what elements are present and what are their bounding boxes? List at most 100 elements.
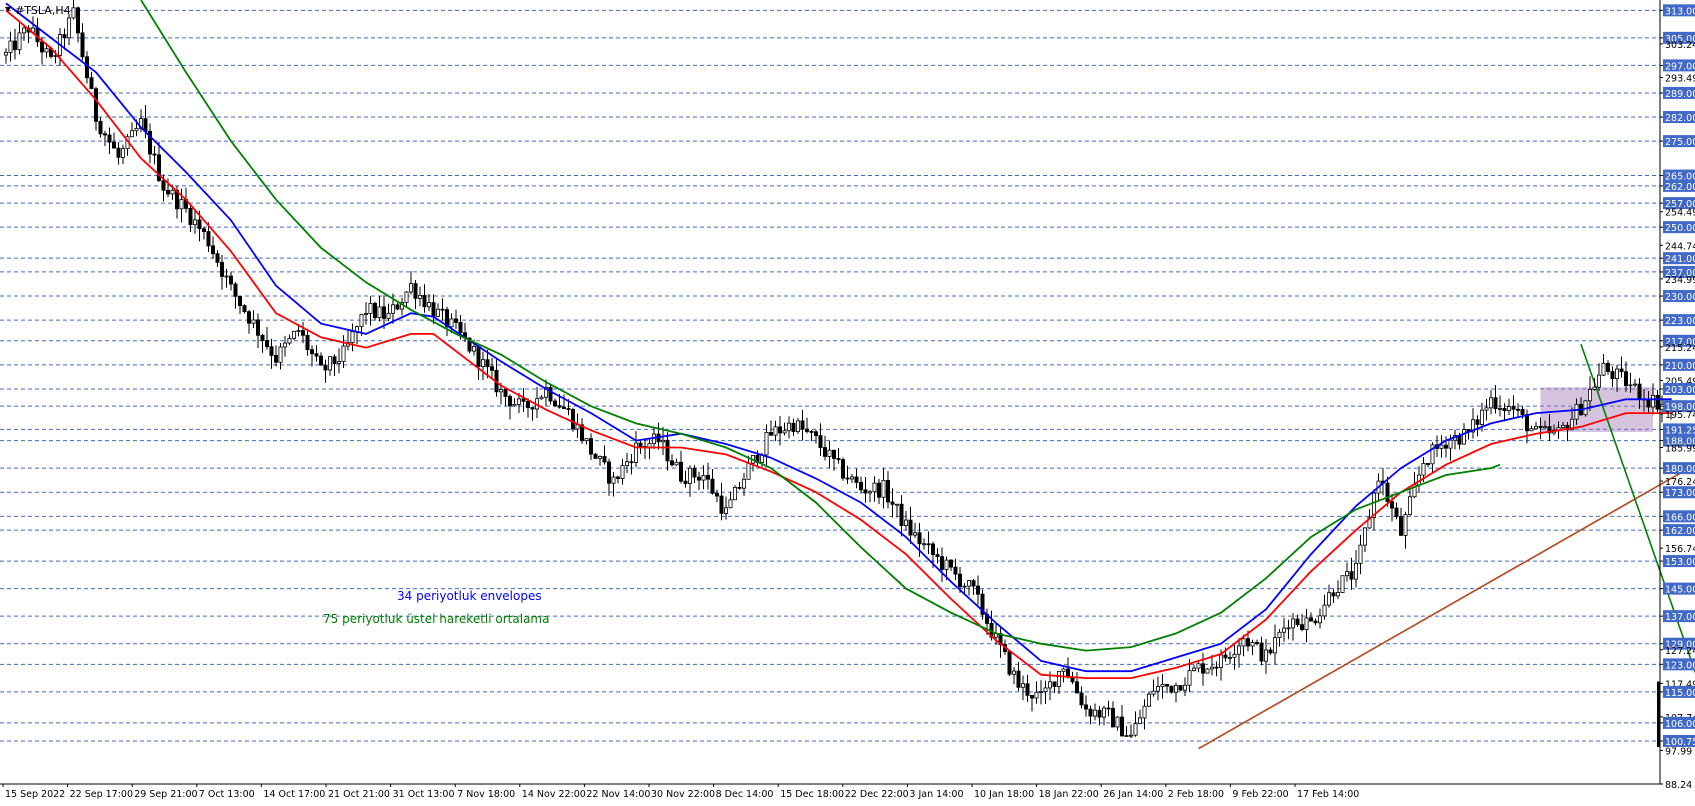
candle-body[interactable] (598, 456, 601, 458)
candle-body[interactable] (1062, 669, 1065, 671)
candle-body[interactable] (261, 335, 264, 340)
candle-body[interactable] (22, 28, 25, 33)
candle-body[interactable] (886, 480, 889, 502)
candle-body[interactable] (274, 355, 277, 362)
candle-body[interactable] (859, 482, 862, 489)
candle-body[interactable] (1354, 563, 1357, 579)
candle-body[interactable] (1638, 384, 1641, 399)
candle-body[interactable] (1602, 363, 1605, 375)
candle-body[interactable] (40, 42, 43, 52)
candle-body[interactable] (1048, 682, 1051, 688)
candle-body[interactable] (729, 500, 732, 508)
candle-body[interactable] (333, 357, 336, 364)
candle-body[interactable] (954, 567, 957, 574)
candle-body[interactable] (391, 305, 394, 313)
candle-body[interactable] (693, 468, 696, 477)
candle-body[interactable] (450, 319, 453, 327)
candle-body[interactable] (733, 487, 736, 499)
candle-body[interactable] (508, 396, 511, 405)
candle-body[interactable] (1156, 687, 1159, 692)
candle-body[interactable] (207, 232, 210, 246)
candle-body[interactable] (252, 320, 255, 323)
candle-body[interactable] (1426, 463, 1429, 464)
candle-body[interactable] (607, 462, 610, 483)
candle-body[interactable] (1057, 671, 1060, 686)
candle-body[interactable] (1656, 395, 1659, 409)
candle-body[interactable] (1345, 572, 1348, 576)
candle-body[interactable] (1444, 445, 1447, 448)
candle-body[interactable] (958, 574, 961, 587)
candle-body[interactable] (1125, 736, 1128, 737)
candle-body[interactable] (1359, 545, 1362, 563)
candle-body[interactable] (625, 462, 628, 466)
candle-body[interactable] (351, 332, 354, 343)
candle-body[interactable] (135, 128, 138, 130)
candle-body[interactable] (324, 365, 327, 370)
candle-body[interactable] (238, 296, 241, 305)
candle-body[interactable] (436, 309, 439, 316)
candle-body[interactable] (1102, 708, 1105, 717)
candle-body[interactable] (670, 461, 673, 465)
candle-body[interactable] (486, 360, 489, 367)
candle-body[interactable] (1255, 642, 1258, 643)
candle-body[interactable] (1215, 667, 1218, 668)
candle-body[interactable] (1489, 398, 1492, 408)
candle-body[interactable] (522, 399, 525, 401)
candle-body[interactable] (1035, 692, 1038, 698)
candle-body[interactable] (1458, 436, 1461, 445)
candle-body[interactable] (630, 462, 633, 463)
candle-body[interactable] (873, 483, 876, 492)
candle-body[interactable] (432, 303, 435, 317)
candle-body[interactable] (828, 450, 831, 456)
candle-body[interactable] (571, 410, 574, 429)
candle-body[interactable] (45, 49, 48, 52)
candle-body[interactable] (1017, 671, 1020, 687)
candle-body[interactable] (949, 560, 952, 567)
candle-body[interactable] (711, 479, 714, 493)
candle-body[interactable] (1309, 618, 1312, 621)
candle-body[interactable] (720, 496, 723, 513)
candle-body[interactable] (1201, 664, 1204, 673)
candle-body[interactable] (1084, 705, 1087, 709)
candle-body[interactable] (1390, 501, 1393, 508)
candle-body[interactable] (153, 154, 156, 155)
candle-body[interactable] (715, 493, 718, 496)
candle-body[interactable] (189, 208, 192, 224)
candle-body[interactable] (562, 407, 565, 408)
candle-body[interactable] (661, 440, 664, 441)
candle-body[interactable] (1273, 638, 1276, 653)
candle-body[interactable] (328, 357, 331, 370)
candle-body[interactable] (1341, 576, 1344, 593)
candle-body[interactable] (1422, 463, 1425, 475)
candle-body[interactable] (1278, 632, 1281, 637)
candle-body[interactable] (243, 306, 246, 312)
candle-body[interactable] (477, 346, 480, 366)
candle-body[interactable] (315, 354, 318, 356)
candle-body[interactable] (1237, 646, 1240, 654)
candle-body[interactable] (603, 456, 606, 462)
candle-body[interactable] (1480, 410, 1483, 424)
candle-body[interactable] (585, 439, 588, 441)
candle-body[interactable] (414, 284, 417, 299)
candle-body[interactable] (814, 432, 817, 436)
candle-body[interactable] (1219, 655, 1222, 667)
candle-body[interactable] (526, 401, 529, 407)
candle-body[interactable] (306, 335, 309, 349)
candle-body[interactable] (1543, 427, 1546, 428)
candle-body[interactable] (1620, 369, 1623, 372)
candle-body[interactable] (1539, 426, 1542, 427)
candle-body[interactable] (166, 190, 169, 194)
candle-body[interactable] (810, 431, 813, 432)
candle-body[interactable] (927, 544, 930, 545)
candle-body[interactable] (18, 33, 21, 50)
candle-body[interactable] (499, 390, 502, 392)
candle-body[interactable] (256, 320, 259, 335)
candle-body[interactable] (283, 343, 286, 347)
candle-body[interactable] (1521, 409, 1524, 414)
candle-body[interactable] (1116, 717, 1119, 727)
candle-body[interactable] (63, 35, 66, 38)
candle-body[interactable] (567, 409, 570, 410)
candle-body[interactable] (1233, 654, 1236, 657)
candle-body[interactable] (1269, 650, 1272, 653)
candle-body[interactable] (288, 338, 291, 343)
